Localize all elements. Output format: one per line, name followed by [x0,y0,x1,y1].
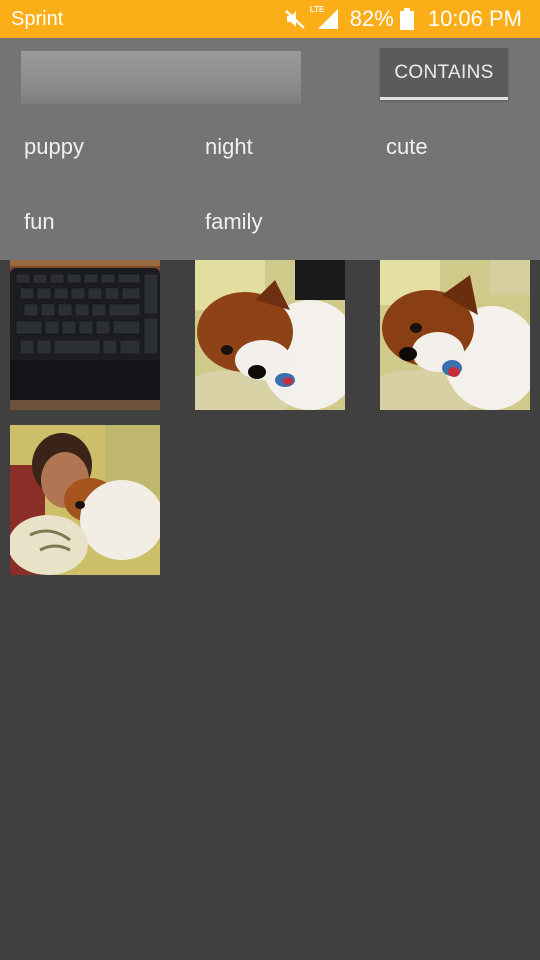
mute-icon [284,8,306,30]
battery-percent: 82% [349,6,394,31]
battery-icon [399,8,414,30]
dog-photo [195,260,345,410]
status-icons: LTE 82% 10:06 PM [284,4,522,34]
person-with-dog-photo [10,425,160,575]
signal-icon: LTE [310,5,340,31]
tag-family[interactable]: family [205,209,262,235]
dog-photo [380,260,530,410]
carrier-name: Sprint [11,8,64,30]
search-input[interactable] [21,51,301,104]
contains-button[interactable]: CONTAINS [380,48,508,100]
status-bar: Sprint LTE 82% 10:06 PM [0,0,540,38]
tag-puppy[interactable]: puppy [24,134,84,160]
keyboard-photo [10,260,160,410]
tag-fun[interactable]: fun [24,209,55,235]
filter-panel: CONTAINS puppy night cute fun family [0,38,540,260]
tag-night[interactable]: night [205,134,253,160]
network-badge: LTE [309,5,325,14]
photo-thumbnail-keyboard[interactable] [10,260,160,410]
clock: 10:06 PM [427,6,522,31]
tag-cute[interactable]: cute [386,134,428,160]
photo-thumbnail-person-with-dog[interactable] [10,425,160,575]
photo-thumbnail-dog[interactable] [380,260,530,410]
photo-thumbnail-dog[interactable] [195,260,345,410]
